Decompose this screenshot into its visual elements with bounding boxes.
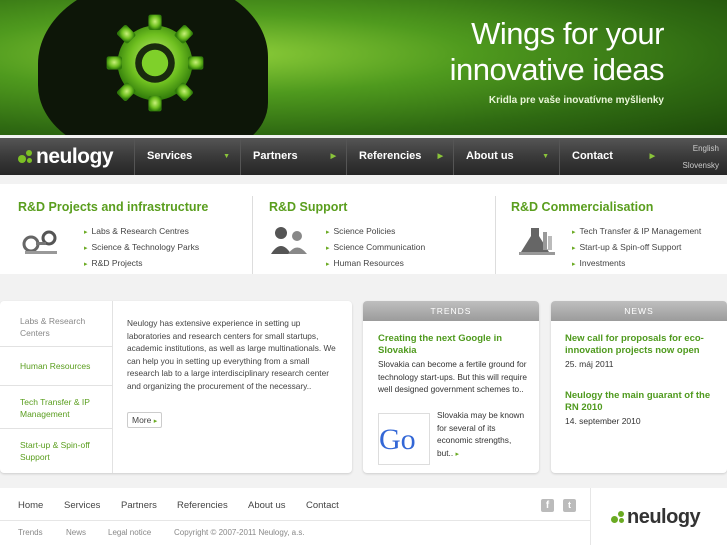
divider: [495, 196, 496, 274]
footer: Home Services Partners Referencies About…: [0, 488, 727, 545]
gear-icon: [100, 8, 210, 118]
lang-english[interactable]: English: [693, 144, 719, 153]
trends-article-text: Slovakia can become a fertile ground for…: [378, 359, 527, 394]
more-label: More: [132, 415, 152, 425]
more-button[interactable]: More ▸: [127, 412, 163, 428]
footer-logo[interactable]: neulogy: [611, 506, 701, 529]
banner-headline: Wings for your innovative ideas: [449, 16, 665, 88]
lang-slovensky[interactable]: Slovensky: [683, 161, 719, 170]
divider: [0, 346, 112, 347]
nav-about[interactable]: About us ▼: [453, 138, 559, 175]
side-menu-item[interactable]: Tech Transfer & IP Management: [20, 396, 108, 420]
section-rd-commercialisation: R&D Commercialisation Tech Transfer & IP…: [511, 184, 721, 274]
trends-panel: TRENDS Creating the next Google in Slova…: [363, 301, 539, 473]
google-thumbnail[interactable]: Go: [378, 413, 430, 465]
google-logo-text: Go: [379, 423, 416, 456]
nav-services[interactable]: Services ▼: [134, 138, 240, 175]
nav-referencies[interactable]: Referencies ▶: [346, 138, 453, 175]
chevron-right-icon: ▶: [437, 153, 443, 160]
section-title[interactable]: R&D Support: [269, 200, 494, 214]
news-item-title[interactable]: Neulogy the main guarant of the RN 2010: [565, 390, 715, 414]
section-title[interactable]: R&D Commercialisation: [511, 200, 721, 214]
logo-text: neulogy: [36, 145, 114, 168]
footer-link-services[interactable]: Services: [64, 500, 100, 511]
logo-dots-icon: [611, 511, 625, 524]
footer-link-contact[interactable]: Contact: [306, 500, 339, 511]
footer-link-trends[interactable]: Trends: [18, 528, 43, 537]
chevron-right-icon[interactable]: ▸: [455, 451, 459, 458]
services-overview: R&D Projects and infrastructure Labs & R…: [0, 184, 727, 274]
logo-dots-icon: [18, 150, 33, 164]
side-menu-item[interactable]: Human Resources: [20, 360, 108, 372]
divider: [0, 520, 590, 521]
chevron-down-icon: ▼: [542, 153, 549, 160]
list-item[interactable]: Science & Technology Parks: [84, 242, 200, 258]
section-list: Tech Transfer & IP Management Start-up &…: [572, 226, 702, 274]
people-icon: [271, 227, 307, 254]
trends-header: TRENDS: [363, 301, 539, 321]
news-item-date: 25. máj 2011: [565, 359, 614, 369]
list-item[interactable]: Human Resources: [326, 258, 425, 274]
divider: [0, 385, 112, 386]
banner-subline: Kridla pre vaše inovatívne myšlienky: [488, 95, 664, 106]
footer-link-home[interactable]: Home: [18, 500, 43, 511]
list-item[interactable]: Science Communication: [326, 242, 426, 258]
headline-line-1: Wings for your: [471, 16, 664, 51]
side-menu: Labs & Research Centers Human Resources …: [0, 301, 112, 473]
footer-link-about[interactable]: About us: [248, 500, 286, 511]
footer-logo-text: neulogy: [627, 506, 701, 528]
chevron-down-icon: ▼: [223, 153, 230, 160]
nav-label: About us: [466, 150, 514, 162]
divider: [112, 301, 113, 473]
main-nav: neulogy Services ▼ Partners ▶ Referencies ▶…: [0, 138, 727, 175]
section-rd-support: R&D Support Science Policies Science Com…: [269, 184, 494, 274]
trends-article-title[interactable]: Creating the next Google in Slovakia: [378, 333, 528, 357]
facebook-icon[interactable]: f: [541, 499, 554, 512]
nav-label: Services: [147, 150, 193, 162]
intro-text: Neulogy has extensive experience in sett…: [127, 318, 336, 391]
list-item[interactable]: Tech Transfer & IP Management: [572, 226, 702, 242]
side-menu-item[interactable]: Start-up & Spin-off Support: [20, 439, 108, 463]
section-list: Labs & Research Centres Science & Techno…: [84, 226, 200, 274]
footer-link-news[interactable]: News: [66, 528, 86, 537]
nav-label: Referencies: [359, 150, 422, 162]
chevron-right-icon: ▸: [153, 418, 158, 425]
nav-contact[interactable]: Contact ▶: [559, 138, 665, 175]
trends-text-2: Slovakia may be known for several of its…: [437, 410, 525, 458]
twitter-icon[interactable]: t: [563, 499, 576, 512]
divider: [590, 488, 591, 545]
footer-link-partners[interactable]: Partners: [121, 500, 157, 511]
nav-label: Contact: [572, 150, 613, 162]
flask-icon: [519, 228, 555, 255]
footer-link-legal[interactable]: Legal notice: [108, 528, 151, 537]
news-header: NEWS: [551, 301, 727, 321]
chevron-right-icon: ▶: [330, 153, 336, 160]
divider: [252, 196, 253, 274]
list-item[interactable]: Start-up & Spin-off Support: [572, 242, 701, 258]
microscope-icon: [22, 230, 57, 254]
section-list: Science Policies Science Communication H…: [326, 226, 426, 274]
logo[interactable]: neulogy: [18, 145, 114, 168]
list-item[interactable]: R&D Projects: [84, 258, 199, 274]
chevron-right-icon: ▶: [649, 153, 655, 160]
trends-article-text-2: Slovakia may be known for several of its…: [437, 409, 529, 461]
intro-panel: Labs & Research Centers Human Resources …: [0, 301, 352, 473]
divider: [0, 428, 112, 429]
footer-link-referencies[interactable]: Referencies: [177, 500, 228, 511]
nav-label: Partners: [253, 150, 298, 162]
copyright: Copyright © 2007-2011 Neulogy, a.s.: [174, 528, 305, 537]
hero-banner: Wings for your innovative ideas Kridla p…: [0, 0, 727, 135]
news-item-title[interactable]: New call for proposals for eco-innovatio…: [565, 333, 715, 357]
section-rd-projects: R&D Projects and infrastructure Labs & R…: [18, 184, 248, 274]
news-item-date: 14. september 2010: [565, 416, 641, 426]
side-menu-item[interactable]: Labs & Research Centers: [20, 315, 108, 339]
news-panel: NEWS New call for proposals for eco-inno…: [551, 301, 727, 473]
nav-partners[interactable]: Partners ▶: [240, 138, 346, 175]
list-item[interactable]: Labs & Research Centres: [84, 226, 199, 242]
section-title[interactable]: R&D Projects and infrastructure: [18, 200, 248, 214]
list-item[interactable]: Science Policies: [326, 226, 425, 242]
headline-line-2: innovative ideas: [449, 52, 665, 87]
list-item[interactable]: Investments: [572, 258, 701, 274]
